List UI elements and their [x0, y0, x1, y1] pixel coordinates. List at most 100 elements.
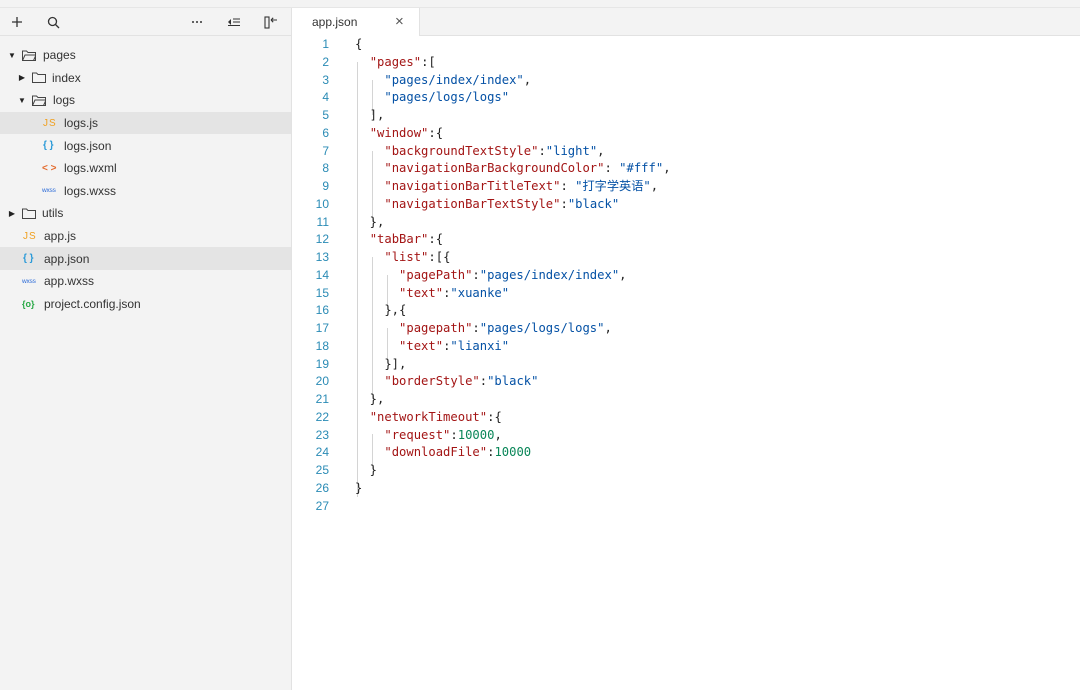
explorer-toolbar [0, 8, 291, 36]
tree-label: app.js [44, 229, 77, 244]
line-number: 13 [315, 250, 329, 264]
code-line: 27 [293, 498, 1080, 516]
code-line: 1{ [293, 36, 1080, 54]
code-text: "pagepath":"pages/logs/logs", [399, 321, 612, 335]
code-line: 15 "text":"xuanke" [293, 285, 1080, 303]
code-text: { [355, 37, 363, 51]
chevron-right-icon[interactable]: ▶ [7, 208, 17, 218]
tree-file-app-json[interactable]: { } app.json [0, 247, 291, 270]
chevron-right-icon[interactable]: ▶ [17, 73, 27, 83]
code-line: 5 ], [293, 107, 1080, 125]
code-line: 22 "networkTimeout":{ [293, 409, 1080, 427]
chevron-down-icon[interactable]: ▼ [7, 50, 17, 60]
code-line: 19 }], [293, 356, 1080, 374]
collapse-list-icon[interactable] [224, 12, 244, 32]
folder-open-icon [32, 95, 46, 106]
tree-label: logs.js [64, 116, 99, 131]
code-line: 17 "pagepath":"pages/logs/logs", [293, 320, 1080, 338]
code-text: "window":{ [369, 125, 444, 140]
tree-label: project.config.json [44, 296, 141, 311]
code-line: 6 "window":{ [293, 125, 1080, 143]
code-editor: app.json × 1{2 "pages":[3 "pages/index/i… [293, 8, 1080, 690]
tab-label: app.json [312, 15, 358, 29]
code-text: "text":"xuanke" [399, 285, 510, 300]
code-text: },{ [355, 303, 407, 318]
tab-app-json[interactable]: app.json × [293, 8, 420, 36]
close-icon[interactable]: × [395, 14, 404, 29]
tree-folder-pages[interactable]: ▼ pages [0, 44, 291, 67]
code-line: 14 "pagePath":"pages/index/index", [293, 267, 1080, 285]
tree-folder-utils[interactable]: ▶ utils [0, 202, 291, 225]
chevron-down-icon[interactable]: ▼ [17, 95, 27, 105]
code-line: 21 }, [293, 391, 1080, 409]
tree-file-app-js[interactable]: JS app.js [0, 225, 291, 248]
file-explorer: ▼ pages ▶ index ▼ logs JS logs.js {} lo… [0, 8, 292, 690]
tree-folder-index[interactable]: ▶ index [0, 67, 291, 90]
code-line: 16 },{ [293, 302, 1080, 320]
ide-window: ▼ pages ▶ index ▼ logs JS logs.js {} lo… [0, 0, 1080, 690]
line-number: 2 [322, 54, 329, 69]
code-text: } [355, 480, 363, 495]
line-number: 24 [315, 445, 329, 460]
code-text: "text":"lianxi" [399, 338, 510, 353]
line-number: 21 [315, 392, 329, 406]
tree-label: logs.wxss [64, 183, 117, 198]
code-line: 7 "backgroundTextStyle":"light", [293, 143, 1080, 161]
code-text: "borderStyle":"black" [384, 374, 539, 389]
tree-label: pages [43, 48, 76, 63]
code-line: 8 "navigationBarBackgroundColor": "#fff"… [293, 160, 1080, 178]
tree-file-logs-js[interactable]: JS logs.js [0, 111, 291, 135]
code-text: }, [355, 214, 385, 229]
tree-file-logs-wxml[interactable]: < > logs.wxml [0, 157, 291, 180]
tree-label: logs.wxml [64, 161, 117, 176]
code-line: 2 "pages":[ [293, 54, 1080, 72]
line-number: 18 [315, 338, 329, 353]
code-line: 12 "tabBar":{ [293, 231, 1080, 249]
line-number: 23 [315, 427, 329, 442]
code-line: 9 "navigationBarTitleText": "打字学英语", [293, 178, 1080, 196]
search-icon[interactable] [43, 12, 63, 32]
code-text: "navigationBarTitleText": "打字学英语", [384, 179, 659, 193]
line-number: 8 [322, 161, 329, 176]
wxml-file-icon: < > [42, 162, 57, 174]
tree-file-logs-wxss[interactable]: wxss logs.wxss [0, 180, 291, 203]
code-line: 11 }, [293, 214, 1080, 232]
line-number: 26 [315, 480, 329, 495]
tree-file-project-config[interactable]: {o} project.config.json [0, 293, 291, 316]
tree-label: logs [53, 93, 76, 108]
code-text: }], [355, 356, 407, 371]
tree-file-app-wxss[interactable]: wxss app.wxss [0, 270, 291, 293]
code-line: 13 "list":[{ [293, 249, 1080, 267]
more-icon[interactable] [187, 12, 207, 32]
tree-file-logs-json[interactable]: { } logs.json [0, 134, 291, 157]
editor-tabbar: app.json × [293, 8, 1080, 36]
line-number: 1 [322, 37, 329, 51]
line-number: 6 [322, 125, 329, 140]
add-icon[interactable] [7, 12, 27, 32]
tree-folder-logs[interactable]: ▼ logs [0, 89, 291, 112]
code-text: "pages/index/index", [384, 72, 532, 87]
file-tree: ▼ pages ▶ index ▼ logs JS logs.js {} lo… [0, 36, 291, 315]
code-area[interactable]: 1{2 "pages":[3 "pages/index/index", 4 "pa… [293, 36, 1080, 515]
line-number: 22 [315, 409, 329, 424]
tree-label: utils [42, 206, 64, 221]
line-number: 12 [315, 232, 329, 247]
code-line: 4 "pages/logs/logs" [293, 89, 1080, 107]
folder-open-icon [22, 50, 36, 61]
tree-label: index [52, 70, 81, 85]
code-text: "pages":[ [369, 54, 436, 69]
code-line: 18 "text":"lianxi" [293, 338, 1080, 356]
code-text: "navigationBarTextStyle":"black" [384, 196, 620, 211]
js-file-icon: JS [23, 230, 37, 242]
json-file-icon: { } [43, 140, 54, 152]
code-text: "request":10000, [384, 427, 502, 442]
panel-back-icon[interactable] [261, 12, 281, 32]
wxss-file-icon: wxss [42, 187, 56, 195]
code-line: 23 "request":10000, [293, 427, 1080, 445]
config-file-icon: {o} [22, 298, 35, 309]
line-number: 15 [315, 285, 329, 300]
code-text: "pages/logs/logs" [384, 90, 510, 105]
tree-label: app.wxss [44, 274, 95, 289]
code-text: ], [355, 108, 385, 122]
line-number: 27 [315, 498, 329, 513]
